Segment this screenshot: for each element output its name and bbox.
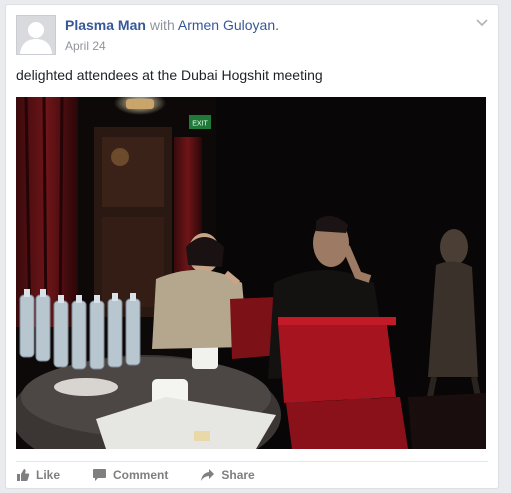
avatar[interactable] [16,15,56,55]
post-text: delighted attendees at the Dubai Hogshit… [16,67,323,83]
action-divider [16,461,488,462]
speech-bubble-icon [93,469,107,481]
default-profile-silhouette-icon [17,16,55,54]
post-photo[interactable]: EXIT [16,97,486,449]
post-date-link[interactable]: April 24 [65,39,106,53]
like-label: Like [36,468,61,482]
comment-label: Comment [113,468,169,482]
post-header: Plasma Man with Armen Guloyan. [65,16,279,34]
with-label: with [149,17,175,33]
thumbs-up-icon [17,469,30,481]
comment-button[interactable]: Comment [92,468,168,482]
tagged-person-link[interactable]: Armen Guloyan [178,17,275,33]
chevron-down-icon[interactable] [475,18,489,28]
exit-sign-text: EXIT [192,121,208,128]
post-actions: Like Comment Share [16,468,287,482]
like-button[interactable]: Like [16,468,60,482]
share-arrow-icon [201,469,215,481]
share-label: Share [221,468,255,482]
author-name-link[interactable]: Plasma Man [65,17,146,33]
tagged-suffix: . [275,17,280,33]
post-card: Plasma Man with Armen Guloyan. April 24 … [5,4,499,489]
share-button[interactable]: Share [200,468,255,482]
photo-scene: EXIT [16,97,486,449]
